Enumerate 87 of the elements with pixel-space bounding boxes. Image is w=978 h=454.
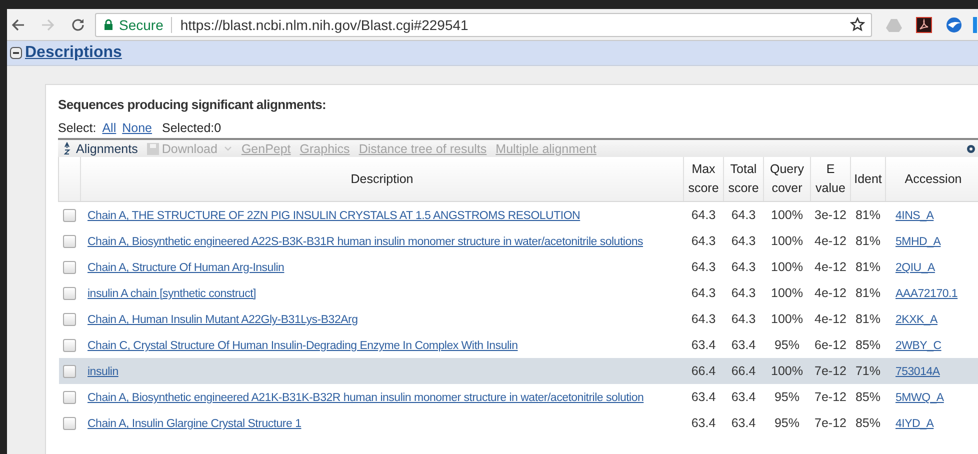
table-cell: 71% (855, 364, 881, 378)
select-none-link[interactable]: None (122, 121, 152, 135)
table-cell: 100% (771, 364, 803, 378)
table-cell: 64.3 (731, 208, 756, 222)
table-cell: 4e-12 (814, 286, 846, 300)
description-link[interactable]: Chain A, THE STRUCTURE OF 2ZN PIG INSULIN CRYSTALS AT 1.5 ANGSTROMS RESOLUTION (88, 210, 580, 222)
accession-link[interactable]: 5MWQ_A (896, 392, 944, 404)
result-row[interactable]: Chain A, Biosynthetic engineered A22S-B3K-B31R human insulin monomer structure in water/acetonitrile solutions 64.3 64.3 100% 4e-12 81% 5MHD_A (58, 228, 978, 254)
table-cell: 3e-12 (814, 208, 846, 222)
table-cell: 81% (855, 312, 881, 326)
table-cell: 64.3 (731, 260, 756, 274)
result-row[interactable]: Chain A, Insulin Glargine Crystal Structure 1 63.4 63.4 95% 7e-12 85% 4IYD_A (58, 410, 978, 436)
table-cell: 4e-12 (814, 260, 846, 274)
table-cell: 85% (855, 416, 881, 430)
accession-link[interactable]: 5MHD_A (896, 236, 941, 248)
description-link[interactable]: Chain A, Biosynthetic engineered A22S-B3K-B31R human insulin monomer structure in water/acetonitrile solutions (88, 236, 643, 248)
table-cell: 63.4 (731, 338, 756, 352)
table-cell: 95% (774, 338, 800, 352)
table-cell: 63.4 (691, 390, 716, 404)
table-cell: 4e-12 (814, 312, 846, 326)
table-cell: 4e-12 (814, 234, 846, 248)
alignments-button[interactable]: Alignments (64, 142, 138, 156)
table-cell: 95% (774, 390, 800, 404)
table-cell: 64.3 (691, 260, 716, 274)
table-cell: 64.3 (731, 234, 756, 248)
result-row[interactable]: Chain A, Structure Of Human Arg-Insulin 64.3 64.3 100% 4e-12 81% 2QIU_A (58, 254, 978, 280)
description-link[interactable]: insulin A chain [synthetic construct] (88, 288, 256, 300)
table-cell: 66.4 (691, 364, 716, 378)
accession-link[interactable]: 2QIU_A (896, 262, 935, 274)
result-row[interactable]: Chain C, Crystal Structure Of Human Insulin-Degrading Enzyme In Complex With Insulin 63.4 63.4 95% 6e-12 85% 2WBY_C (58, 332, 978, 358)
column-header[interactable]: Total score (724, 157, 764, 202)
table-cell: 85% (855, 338, 881, 352)
table-cell: 7e-12 (814, 416, 846, 430)
url-text: https://blast.ncbi.nlm.nih.gov/Blast.cgi#229541 (180, 16, 468, 32)
select-label: Select: (58, 121, 96, 135)
accession-link[interactable]: 4INS_A (896, 210, 934, 222)
table-cell: 64.3 (691, 208, 716, 222)
description-link[interactable]: Chain C, Crystal Structure Of Human Insulin-Degrading Enzyme In Complex With Insulin (88, 340, 518, 352)
table-cell: 85% (855, 390, 881, 404)
table-cell: 64.3 (691, 312, 716, 326)
description-link[interactable]: Chain A, Structure Of Human Arg-Insulin (88, 262, 284, 274)
table-cell: 100% (771, 286, 803, 300)
table-cell: 100% (771, 312, 803, 326)
description-link[interactable]: Chain A, Insulin Glargine Crystal Structure 1 (88, 418, 302, 430)
column-header[interactable]: Description (80, 157, 684, 202)
table-cell: 64.3 (691, 234, 716, 248)
table-cell: 63.4 (691, 338, 716, 352)
table-cell: 81% (855, 286, 881, 300)
accession-link[interactable]: AAA72170.1 (896, 288, 958, 300)
address-bar[interactable]: Secure https://blast.ncbi.nlm.nih.gov/Blast.cgi#229541 (95, 12, 872, 36)
table-cell: 66.4 (731, 364, 756, 378)
column-header[interactable]: Max score (684, 157, 724, 202)
table-cell: 95% (774, 416, 800, 430)
table-cell: 81% (855, 260, 881, 274)
column-header[interactable]: Accession (886, 157, 978, 202)
table-cell: 100% (771, 208, 803, 222)
description-link[interactable]: Chain A, Biosynthetic engineered A21K-B31K-B32R human insulin monomer structure in water/acetonitrile solution (88, 392, 644, 404)
result-row[interactable]: Chain A, Biosynthetic engineered A21K-B31K-B32R human insulin monomer structure in water/acetonitrile solution 63.4 63.4 95% 7e-12 85% 5MWQ_A (58, 384, 978, 410)
column-header[interactable]: Query cover (764, 157, 810, 202)
column-header[interactable]: E value (810, 157, 850, 202)
table-cell: 64.3 (731, 312, 756, 326)
result-row[interactable]: insulin A chain [synthetic construct] 64.3 64.3 100% 4e-12 81% AAA72170.1 (58, 280, 978, 306)
description-link[interactable]: Chain A, Human Insulin Mutant A22Gly-B31Lys-B32Arg (88, 314, 358, 326)
selected-count: Selected:0 (162, 121, 222, 135)
table-cell: 63.4 (731, 390, 756, 404)
accession-link[interactable]: 4IYD_A (896, 418, 934, 430)
results-heading: Sequences producing significant alignments: (58, 97, 328, 112)
table-cell: 63.4 (691, 416, 716, 430)
description-link[interactable]: insulin (88, 366, 118, 378)
accession-link[interactable]: 2KXK_A (896, 314, 938, 326)
table-cell: 64.3 (691, 286, 716, 300)
table-cell: 63.4 (731, 416, 756, 430)
result-row[interactable]: Chain A, Human Insulin Mutant A22Gly-B31Lys-B32Arg 64.3 64.3 100% 4e-12 81% 2KXK_A (58, 306, 978, 332)
table-cell: 64.3 (731, 286, 756, 300)
table-cell: 6e-12 (814, 338, 846, 352)
result-row[interactable]: Chain A, THE STRUCTURE OF 2ZN PIG INSULIN CRYSTALS AT 1.5 ANGSTROMS RESOLUTION 64.3 64.3 100% 3e-12 81% 4INS_A (58, 202, 978, 228)
secure-label: Secure (119, 16, 164, 32)
table-cell: 7e-12 (814, 390, 846, 404)
table-cell: 81% (855, 234, 881, 248)
table-cell: 100% (771, 260, 803, 274)
accession-link[interactable]: 2WBY_C (896, 340, 942, 352)
select-all-link[interactable]: All (102, 121, 116, 135)
table-cell: 7e-12 (814, 364, 846, 378)
table-cell: 81% (855, 208, 881, 222)
column-header[interactable]: Ident (850, 157, 886, 202)
descriptions-link[interactable]: Descriptions (25, 44, 122, 62)
table-cell: 100% (771, 234, 803, 248)
